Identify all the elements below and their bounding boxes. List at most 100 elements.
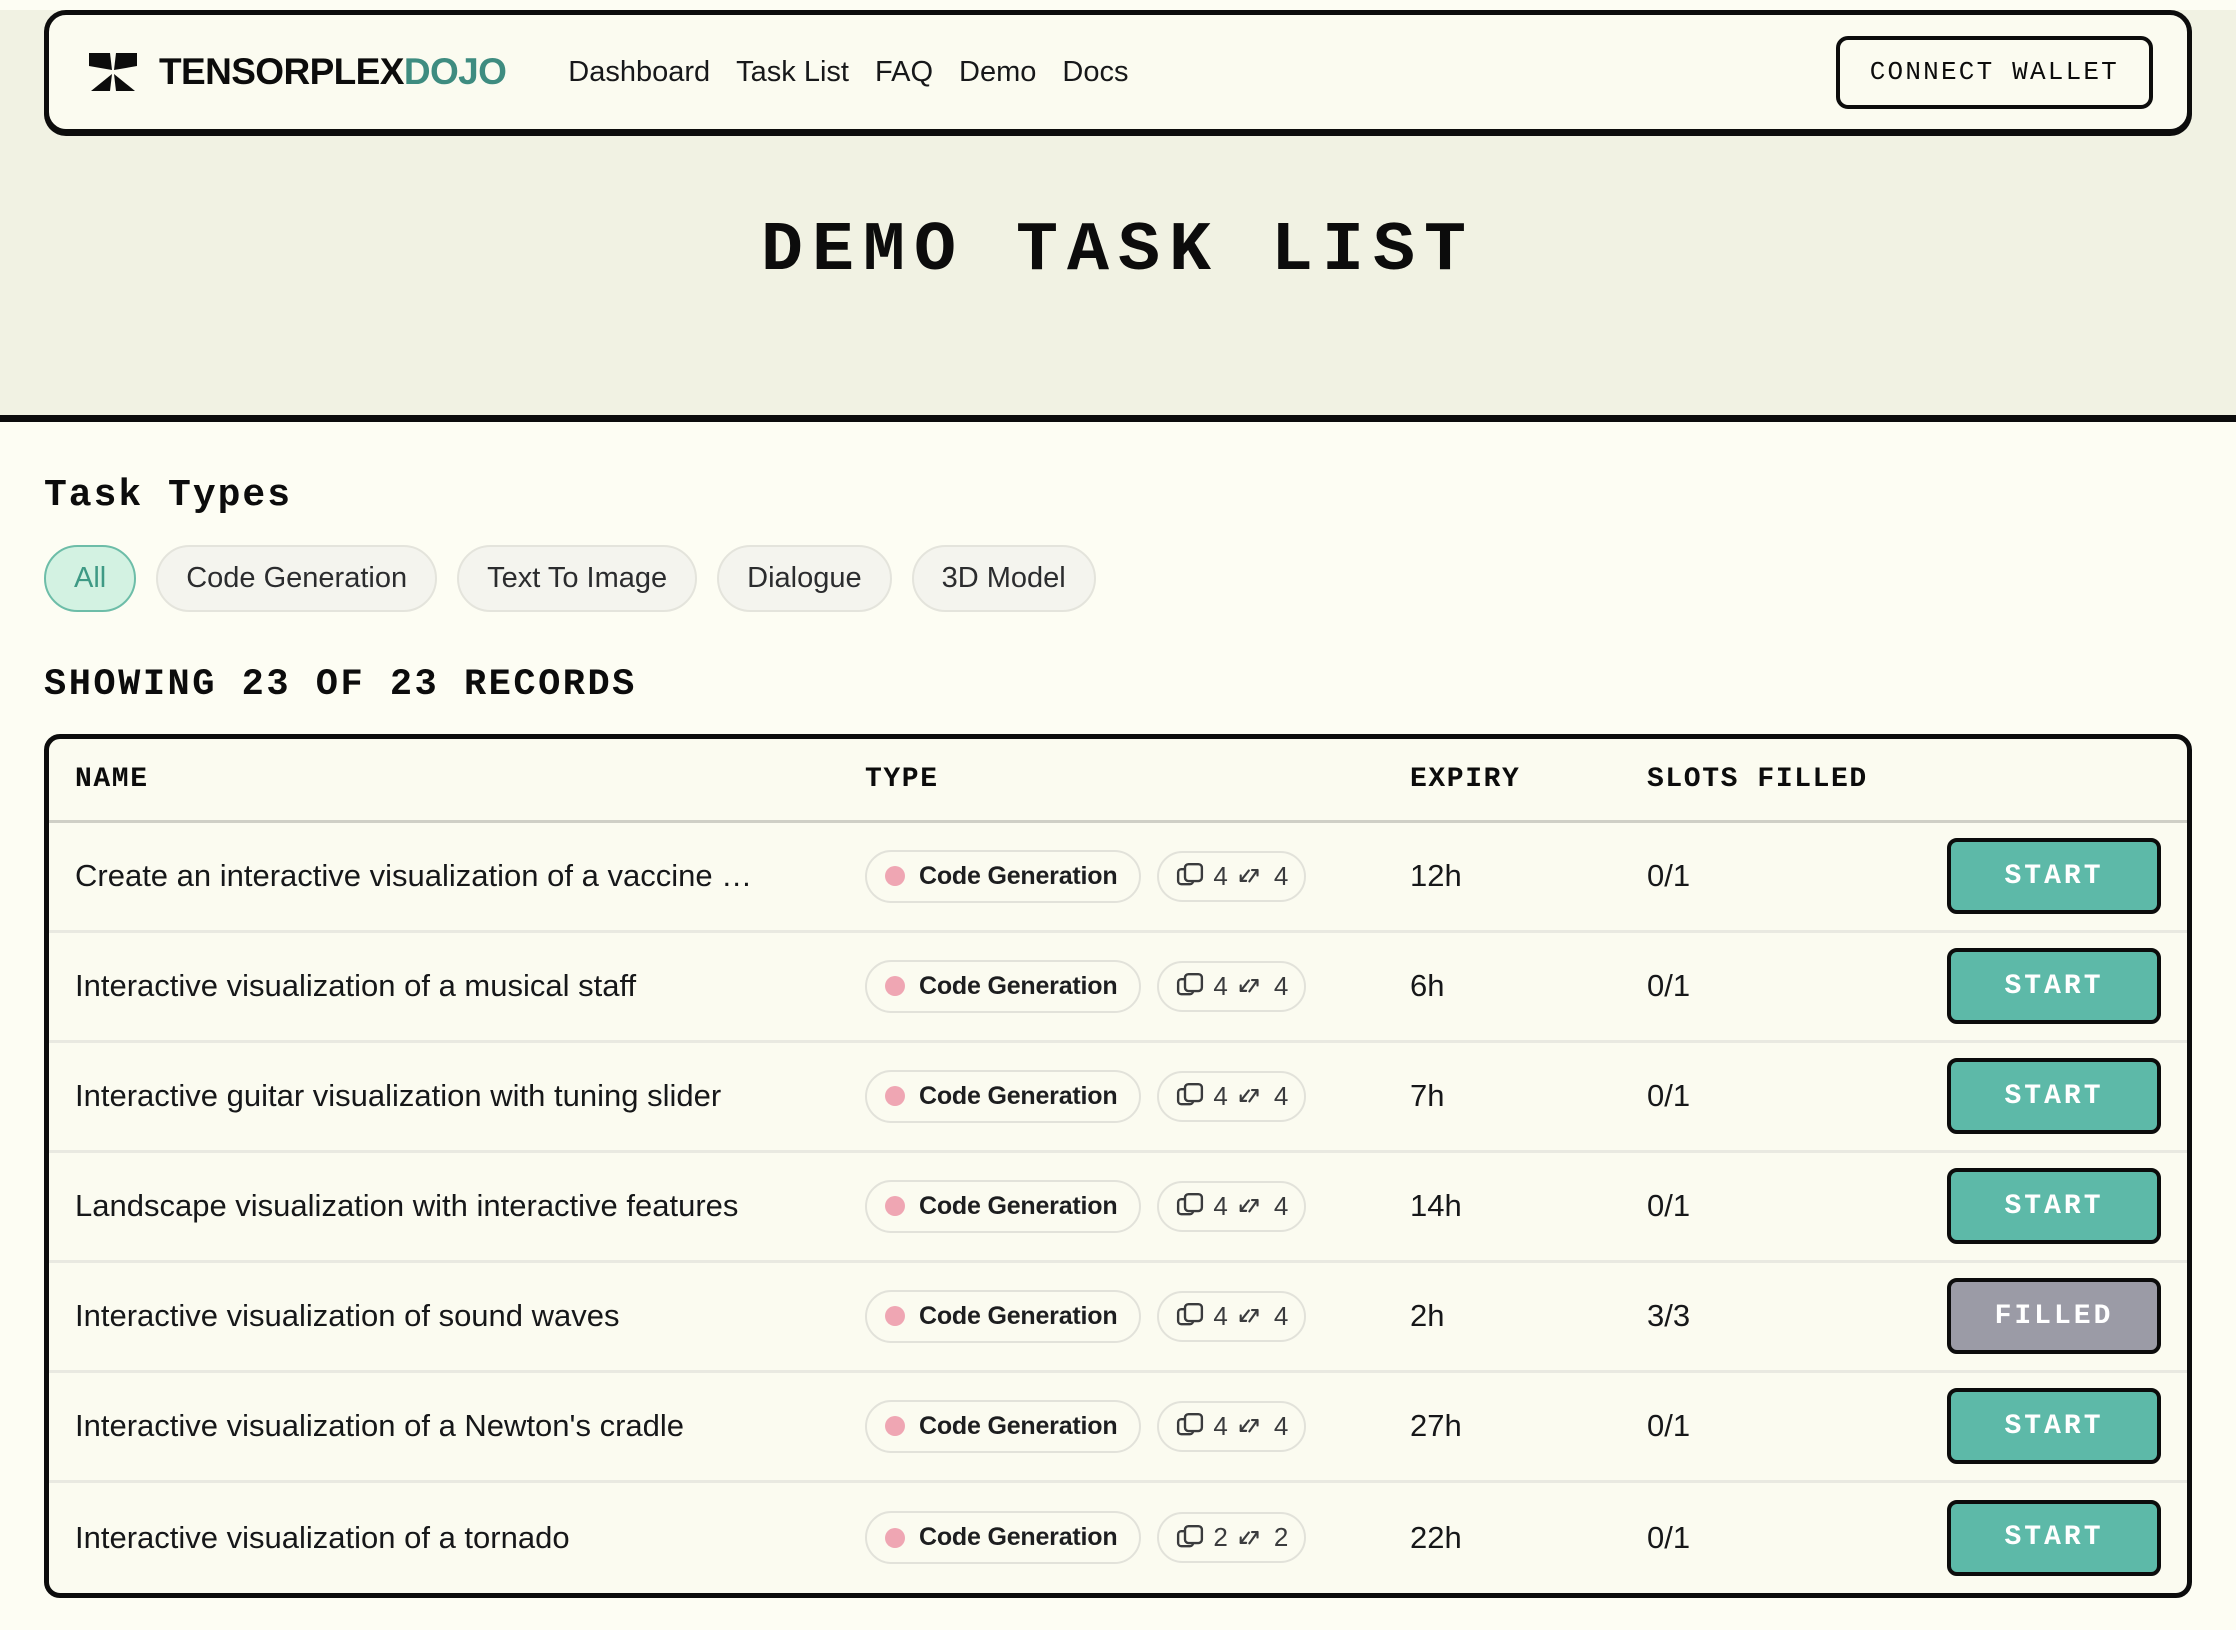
- connect-wallet-button[interactable]: CONNECT WALLET: [1835, 35, 2153, 109]
- task-expiry: 7h: [1410, 1078, 1445, 1114]
- swap-count: 4: [1273, 1080, 1289, 1111]
- task-type-label: Code Generation: [919, 1081, 1118, 1110]
- swap-arrows-icon: [1239, 1089, 1259, 1103]
- column-header-slots: SLOTS FILLED: [1647, 763, 1868, 795]
- task-type-label: Code Generation: [919, 1191, 1118, 1220]
- task-expiry-cell: 7h: [1410, 1078, 1647, 1114]
- swap-arrows-icon: [1239, 1309, 1259, 1323]
- stacked-squares-icon: [1177, 1083, 1204, 1106]
- nav-item-task-list[interactable]: Task List: [736, 56, 849, 89]
- task-type-dot-icon: [885, 1306, 905, 1327]
- task-slots-cell: 0/1: [1647, 1078, 1937, 1114]
- task-action-cell: START: [1937, 1168, 2161, 1245]
- stack-count: 4: [1213, 970, 1228, 1001]
- task-type-chip: Code Generation: [865, 959, 1142, 1013]
- task-type-cell: Code Generation 4 4: [865, 1399, 1410, 1453]
- table-row[interactable]: Interactive visualization of a tornado C…: [49, 1483, 2187, 1593]
- table-row[interactable]: Interactive visualization of sound waves…: [49, 1263, 2187, 1373]
- swap-count: 4: [1273, 860, 1289, 891]
- nav-item-faq[interactable]: FAQ: [875, 56, 933, 89]
- task-action-button[interactable]: START: [1947, 1168, 2161, 1245]
- task-action-cell: FILLED: [1937, 1278, 2161, 1355]
- task-expiry: 2h: [1410, 1298, 1445, 1334]
- task-expiry-cell: 22h: [1410, 1520, 1647, 1556]
- task-expiry-cell: 14h: [1410, 1188, 1647, 1224]
- stack-count: 4: [1213, 1190, 1228, 1221]
- task-action-button[interactable]: FILLED: [1947, 1278, 2161, 1355]
- nav-item-dashboard[interactable]: Dashboard: [568, 56, 710, 89]
- task-name-cell: Landscape visualization with interactive…: [75, 1188, 865, 1224]
- brand-logo[interactable]: TENSORPLEXDOJO: [87, 49, 507, 95]
- task-counts-chip: 4 4: [1157, 1070, 1307, 1122]
- swap-arrows-icon: [1239, 1530, 1259, 1545]
- task-action-cell: START: [1937, 1058, 2161, 1135]
- task-type-cell: Code Generation 4 4: [865, 1069, 1410, 1123]
- task-expiry: 22h: [1410, 1519, 1462, 1555]
- table-body: Create an interactive visualization of a…: [49, 823, 2187, 1593]
- task-type-dot-icon: [885, 1196, 905, 1217]
- table-row[interactable]: Interactive visualization of a musical s…: [49, 933, 2187, 1043]
- task-type-dot-icon: [885, 1086, 905, 1107]
- task-type-label: Code Generation: [919, 1523, 1118, 1552]
- task-type-dot-icon: [885, 1527, 905, 1548]
- task-slots-cell: 0/1: [1647, 1408, 1937, 1444]
- task-expiry-cell: 6h: [1410, 968, 1647, 1004]
- task-name-cell: Interactive visualization of a Newton's …: [75, 1408, 865, 1444]
- task-action-button[interactable]: START: [1947, 948, 2161, 1025]
- stacked-squares-icon: [1177, 1524, 1204, 1548]
- task-slots-filled: 0/1: [1647, 1188, 1691, 1224]
- task-counts-chip: 4 4: [1157, 850, 1307, 902]
- task-action-button[interactable]: START: [1947, 1388, 2161, 1465]
- stacked-squares-icon: [1177, 1413, 1204, 1436]
- task-counts-chip: 2 2: [1157, 1512, 1307, 1564]
- task-slots-cell: 3/3: [1647, 1298, 1937, 1334]
- brand-secondary: DOJO: [403, 51, 507, 92]
- swap-count: 4: [1273, 970, 1289, 1001]
- column-header-expiry: EXPIRY: [1410, 763, 1521, 795]
- task-expiry: 14h: [1410, 1188, 1462, 1224]
- task-action-cell: START: [1937, 1388, 2161, 1465]
- task-slots-cell: 0/1: [1647, 1188, 1937, 1224]
- task-type-cell: Code Generation 4 4: [865, 959, 1410, 1013]
- task-type-cell: Code Generation 4 4: [865, 849, 1410, 903]
- stacked-squares-icon: [1177, 1193, 1204, 1216]
- task-action-button[interactable]: START: [1947, 1499, 2161, 1576]
- task-type-chip: Code Generation: [865, 1069, 1142, 1123]
- brand-wordmark: TENSORPLEXDOJO: [159, 51, 507, 93]
- table-row[interactable]: Interactive guitar visualization with tu…: [49, 1043, 2187, 1153]
- table-header-row: NAME TYPE EXPIRY SLOTS FILLED: [49, 739, 2187, 823]
- navbar: TENSORPLEXDOJO Dashboard Task List FAQ D…: [44, 10, 2192, 134]
- task-slots-filled: 0/1: [1647, 968, 1691, 1004]
- task-expiry: 12h: [1410, 858, 1462, 894]
- task-type-label: Code Generation: [919, 971, 1118, 1000]
- task-type-dot-icon: [885, 976, 905, 997]
- page-header-band: TENSORPLEXDOJO Dashboard Task List FAQ D…: [0, 10, 2236, 422]
- task-type-chip: Code Generation: [865, 849, 1142, 903]
- table-row[interactable]: Interactive visualization of a Newton's …: [49, 1373, 2187, 1483]
- filter-pill-all[interactable]: All: [44, 545, 137, 612]
- records-count: SHOWING 23 OF 23 RECORDS: [44, 663, 637, 706]
- task-action-cell: START: [1937, 948, 2161, 1025]
- task-type-chip: Code Generation: [865, 1511, 1142, 1565]
- task-name: Interactive guitar visualization with tu…: [75, 1078, 722, 1114]
- task-type-filters: All Code Generation Text To Image Dialog…: [44, 545, 2192, 612]
- table-row[interactable]: Landscape visualization with interactive…: [49, 1153, 2187, 1263]
- swap-count: 4: [1273, 1410, 1289, 1441]
- task-expiry-cell: 2h: [1410, 1298, 1647, 1334]
- task-type-label: Code Generation: [919, 1301, 1118, 1330]
- task-type-chip: Code Generation: [865, 1399, 1142, 1453]
- task-action-button[interactable]: START: [1947, 1058, 2161, 1135]
- table-row[interactable]: Create an interactive visualization of a…: [49, 823, 2187, 933]
- filter-pill-code-generation[interactable]: Code Generation: [156, 545, 438, 612]
- filter-pill-dialogue[interactable]: Dialogue: [717, 545, 892, 612]
- task-name-cell: Interactive visualization of a tornado: [75, 1520, 865, 1556]
- filter-pill-text-to-image[interactable]: Text To Image: [457, 545, 698, 612]
- nav-item-docs[interactable]: Docs: [1062, 56, 1128, 89]
- filter-pill-3d-model[interactable]: 3D Model: [911, 545, 1096, 612]
- main-content: Task Types All Code Generation Text To I…: [0, 474, 2236, 1598]
- task-counts-chip: 4 4: [1157, 1180, 1307, 1232]
- task-expiry: 6h: [1410, 968, 1445, 1004]
- nav-item-demo[interactable]: Demo: [959, 56, 1036, 89]
- task-type-cell: Code Generation 2 2: [865, 1511, 1410, 1565]
- task-action-button[interactable]: START: [1947, 838, 2161, 915]
